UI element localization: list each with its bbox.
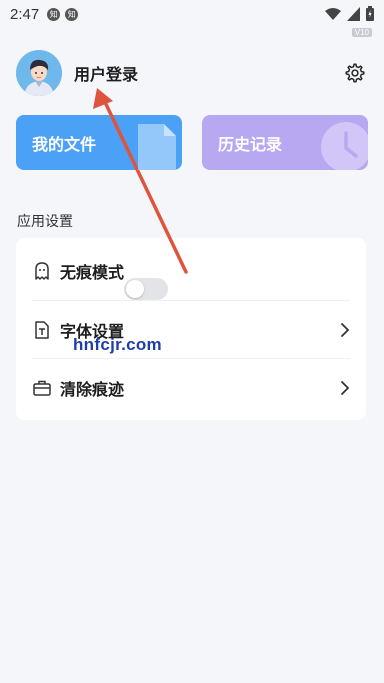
watermark-text: hnfcjr.com xyxy=(73,335,162,354)
chevron-right-icon xyxy=(341,380,350,395)
battery-icon xyxy=(366,6,374,21)
briefcase-icon xyxy=(33,380,51,396)
history-label: 历史记录 xyxy=(218,134,283,154)
document-icon xyxy=(138,124,176,170)
login-label[interactable]: 用户登录 xyxy=(74,61,138,85)
profile-login[interactable]: 用户登录 xyxy=(16,50,138,96)
incognito-toggle[interactable] xyxy=(124,278,169,300)
clock-icon xyxy=(321,122,368,170)
history-card[interactable]: 历史记录 xyxy=(202,115,368,170)
user-avatar-icon xyxy=(16,50,62,96)
wifi-icon xyxy=(325,7,341,20)
status-bar: 2:47 知 知 xyxy=(0,0,384,28)
avatar[interactable] xyxy=(16,50,62,96)
settings-panel: 无痕模式 字体设置 清除痕迹 xyxy=(16,238,366,420)
gear-icon[interactable] xyxy=(344,62,366,84)
version-badge: V10 xyxy=(351,28,372,37)
font-file-icon xyxy=(35,320,49,339)
toggle-knob xyxy=(126,280,145,298)
chevron-right-icon xyxy=(341,322,350,337)
my-files-label: 我的文件 xyxy=(32,134,97,154)
app-settings-title: 应用设置 xyxy=(17,214,73,230)
zhihu-notification-icon: 知 xyxy=(47,7,61,21)
clear-traces-label: 清除痕迹 xyxy=(60,379,125,399)
ghost-icon xyxy=(35,262,49,280)
my-files-card[interactable]: 我的文件 xyxy=(16,115,182,170)
zhihu-notification-icon: 知 xyxy=(65,7,79,21)
signal-icon xyxy=(347,6,360,21)
incognito-mode-label: 无痕模式 xyxy=(60,263,125,282)
status-time: 2:47 xyxy=(10,5,40,23)
clear-traces-row[interactable]: 清除痕迹 xyxy=(32,358,350,416)
incognito-mode-row[interactable]: 无痕模式 xyxy=(32,242,350,300)
